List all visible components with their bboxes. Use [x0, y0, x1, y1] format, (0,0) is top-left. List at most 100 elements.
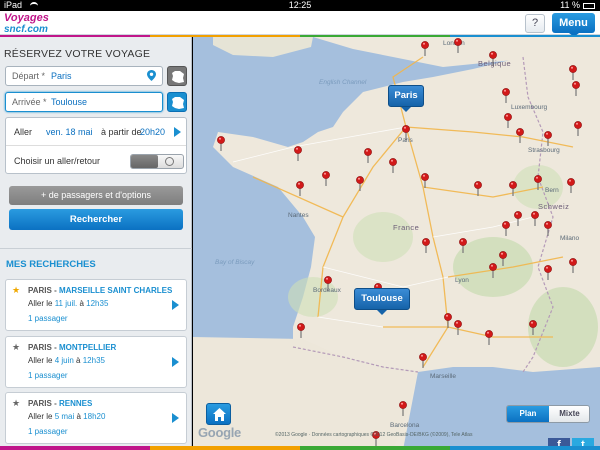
- aller-date: ven. 18 mai: [46, 127, 93, 137]
- star-favorite-icon[interactable]: ★: [12, 285, 20, 296]
- station-pin-icon[interactable]: [459, 238, 467, 253]
- station-pin-icon[interactable]: [489, 263, 497, 278]
- recent-search-item[interactable]: ★ PARIS - MONTPELLIER Aller le 4 juin à …: [5, 336, 187, 388]
- aller-row[interactable]: Aller ven. 18 mai à partir de 20h20: [6, 118, 186, 146]
- mode-plan-button[interactable]: Plan: [507, 406, 549, 422]
- station-pin-icon[interactable]: [356, 176, 364, 191]
- trip-date: Aller le 4 juin à 12h35: [28, 356, 105, 365]
- station-pin-icon[interactable]: [502, 88, 510, 103]
- france-shape-icon: [172, 71, 184, 83]
- logo-line1: Voyages: [4, 12, 49, 24]
- station-pin-icon[interactable]: [324, 276, 332, 291]
- station-pin-icon[interactable]: [421, 173, 429, 188]
- station-pin-icon[interactable]: [544, 265, 552, 280]
- help-button[interactable]: ?: [525, 14, 545, 33]
- station-pin-icon[interactable]: [574, 121, 582, 136]
- paris-callout[interactable]: Paris: [388, 85, 424, 112]
- station-pin-icon[interactable]: [569, 65, 577, 80]
- station-pin-icon[interactable]: [444, 313, 452, 328]
- status-time: 12:25: [288, 0, 312, 10]
- section-divider: [0, 248, 192, 249]
- aller-time: 20h20: [140, 127, 166, 137]
- toulouse-callout[interactable]: Toulouse: [354, 288, 410, 315]
- passengers-options-button[interactable]: + de passagers et d'options: [9, 186, 183, 205]
- station-pin-icon[interactable]: [531, 211, 539, 226]
- google-logo: Google: [198, 425, 241, 440]
- aller-retour-row: Choisir un aller/retour: [6, 147, 186, 175]
- station-pin-icon[interactable]: [509, 181, 517, 196]
- aller-label: Aller: [14, 127, 33, 137]
- station-pin-icon[interactable]: [544, 131, 552, 146]
- station-pin-icon[interactable]: [454, 38, 462, 53]
- recent-search-item[interactable]: ★ PARIS - MARSEILLE SAINT CHARLES Aller …: [5, 279, 187, 331]
- home-button[interactable]: [206, 403, 231, 425]
- recent-searches-title: MES RECHERCHES: [6, 259, 96, 270]
- station-pin-icon[interactable]: [499, 251, 507, 266]
- trip-date: Aller le 5 mai à 18h20: [28, 412, 106, 421]
- play-arrow-icon[interactable]: [172, 300, 179, 310]
- station-pin-icon[interactable]: [364, 148, 372, 163]
- mode-mixte-button[interactable]: Mixte: [549, 406, 589, 422]
- arrivee-label: Arrivée *: [12, 97, 47, 107]
- station-pin-icon[interactable]: [454, 320, 462, 335]
- passenger-count: 1 passager: [28, 371, 68, 380]
- brand-stripe-bottom: [0, 446, 600, 450]
- menu-button[interactable]: Menu: [552, 13, 595, 37]
- route: PARIS - MONTPELLIER: [28, 343, 117, 352]
- depart-field[interactable]: Départ * Paris: [5, 66, 163, 86]
- station-pin-icon[interactable]: [294, 146, 302, 161]
- trip-date: Aller le 11 juil. à 12h35: [28, 299, 109, 308]
- map-mode-toggle: Plan Mixte: [506, 405, 590, 423]
- map-copyright: ©2013 Google · Données cartographiques ©…: [275, 432, 473, 438]
- arrivee-field[interactable]: Arrivée * Toulouse: [5, 92, 163, 112]
- station-pin-icon[interactable]: [502, 221, 510, 236]
- play-arrow-icon[interactable]: [172, 413, 179, 423]
- france-shape-icon: [172, 97, 184, 109]
- search-button[interactable]: Rechercher: [9, 209, 183, 230]
- station-pin-icon[interactable]: [399, 401, 407, 416]
- play-arrow-icon: [174, 127, 181, 137]
- route: PARIS - MARSEILLE SAINT CHARLES: [28, 286, 173, 295]
- logo-line2: sncf.com: [4, 24, 48, 35]
- station-pin-icon[interactable]: [296, 181, 304, 196]
- booking-title: RÉSERVEZ VOTRE VOYAGE: [4, 48, 151, 60]
- station-pin-icon[interactable]: [389, 158, 397, 173]
- play-arrow-icon[interactable]: [172, 357, 179, 367]
- station-pin-icon[interactable]: [421, 41, 429, 56]
- station-pin-icon[interactable]: [485, 330, 493, 345]
- station-pin-icon[interactable]: [422, 238, 430, 253]
- station-pin-icon[interactable]: [489, 51, 497, 66]
- passenger-count: 1 passager: [28, 427, 68, 436]
- station-pin-icon[interactable]: [529, 320, 537, 335]
- recent-search-item[interactable]: ★ PARIS - RENNES Aller le 5 mai à 18h20 …: [5, 392, 187, 444]
- station-pin-icon[interactable]: [297, 323, 305, 338]
- voyages-sncf-logo[interactable]: Voyages sncf.com: [4, 13, 50, 37]
- station-map[interactable]: English Channel London Bay of Biscay Fra…: [193, 37, 600, 450]
- arrivee-value: Toulouse: [51, 97, 88, 107]
- star-icon[interactable]: ★: [12, 398, 20, 409]
- station-pin-icon[interactable]: [514, 211, 522, 226]
- app-root: iPad 12:25 11 % Voyages sncf.com ? Menu …: [0, 0, 600, 450]
- locate-pin-icon[interactable]: [147, 70, 156, 81]
- station-pin-icon[interactable]: [322, 171, 330, 186]
- station-pin-icon[interactable]: [567, 178, 575, 193]
- station-pin-icon[interactable]: [419, 353, 427, 368]
- station-pin-icon[interactable]: [572, 81, 580, 96]
- station-pin-icon[interactable]: [516, 128, 524, 143]
- route: PARIS - RENNES: [28, 399, 93, 408]
- star-icon[interactable]: ★: [12, 342, 20, 353]
- arrivee-map-button[interactable]: [167, 92, 187, 112]
- battery-percent: 11 %: [560, 0, 580, 10]
- station-pin-icon[interactable]: [217, 136, 225, 151]
- station-pin-icon[interactable]: [544, 221, 552, 236]
- station-pin-icon[interactable]: [534, 175, 542, 190]
- aller-retour-toggle[interactable]: [130, 154, 184, 169]
- station-pin-icon[interactable]: [504, 113, 512, 128]
- date-box: Aller ven. 18 mai à partir de 20h20 Choi…: [5, 117, 187, 174]
- depart-map-button[interactable]: [167, 66, 187, 86]
- station-pin-icon[interactable]: [402, 125, 410, 140]
- station-pin-icon[interactable]: [474, 181, 482, 196]
- depart-label: Départ *: [12, 71, 46, 81]
- toggle-off-icon: [165, 157, 174, 166]
- station-pin-icon[interactable]: [569, 258, 577, 273]
